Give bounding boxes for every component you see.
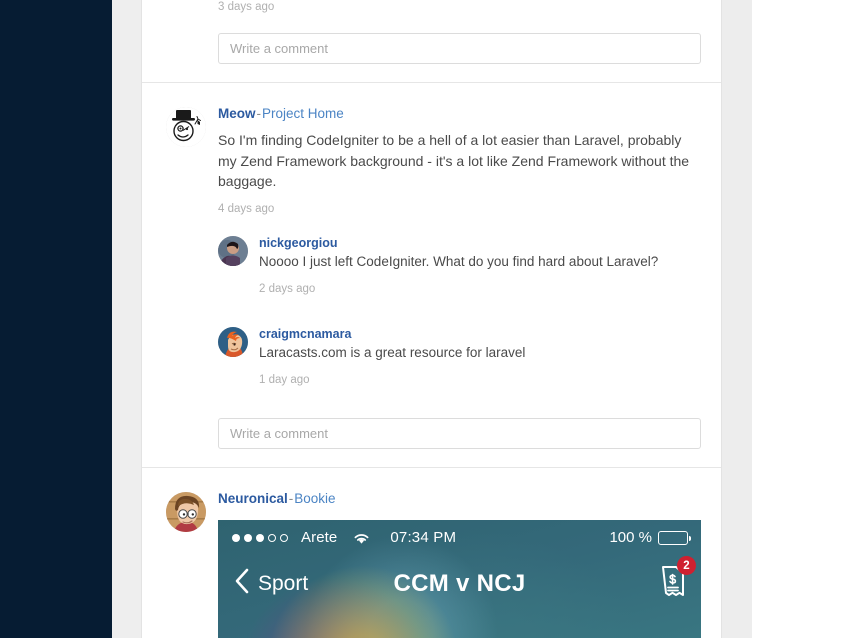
feed-column: 3 days ago Write a comment Meow-Project …: [141, 0, 722, 638]
bet-slip-button[interactable]: 2: [659, 556, 696, 603]
battery-percent-label: 100 %: [609, 529, 652, 546]
right-gutter: [722, 0, 752, 638]
page-root: 3 days ago Write a comment Meow-Project …: [0, 0, 860, 638]
carrier-label: Arete: [301, 529, 338, 546]
phone-nav-bar: Sport CCM v NCJ 2: [218, 556, 701, 612]
post-author-link[interactable]: Meow: [218, 106, 256, 121]
comment-author-link[interactable]: nickgeorgiou: [259, 235, 699, 251]
phone-status-bar: Arete 07:34 PM 100 %: [218, 520, 701, 556]
avatar-spacer: [166, 0, 218, 2]
battery-full-icon: [658, 530, 691, 545]
post-byline: Neuronical-Bookie: [218, 490, 699, 508]
post-byline: Meow-Project Home: [218, 105, 699, 123]
back-button[interactable]: Sport: [234, 568, 308, 599]
comment-author-link[interactable]: craigmcnamara: [259, 326, 699, 342]
comment-text: Laracasts.com is a great resource for la…: [259, 344, 526, 360]
sidebar-rail: [0, 0, 112, 638]
cartoon-avatar-brown-hair-glasses[interactable]: [166, 491, 206, 532]
post-context-link[interactable]: Bookie: [294, 491, 335, 506]
chevron-left-icon: [234, 568, 249, 599]
comment-timestamp: 2 days ago: [259, 283, 316, 295]
feed-post: Neuronical-Bookie Arete 07:34 PM 100 % S…: [142, 468, 721, 638]
comment-input[interactable]: [218, 417, 701, 449]
bet-slip-badge: 2: [677, 556, 696, 575]
left-gutter: [112, 0, 141, 638]
comment-item: craigmcnamara Laracasts.com is a great r…: [218, 326, 699, 400]
post-text: So I'm finding CodeIgniter to be a hell …: [218, 132, 690, 189]
post-timestamp: 4 days ago: [218, 202, 275, 215]
post-author-link[interactable]: Neuronical: [218, 491, 288, 506]
feed-post: 3 days ago: [142, 0, 721, 83]
comment-timestamp: 1 day ago: [259, 374, 310, 386]
comment-text: Noooo I just left CodeIgniter. What do y…: [259, 253, 659, 269]
wifi-icon: [352, 531, 371, 545]
back-button-label: Sport: [258, 571, 309, 595]
clock-label: 07:34 PM: [390, 529, 457, 546]
cartoon-avatar-orange-hair[interactable]: [218, 326, 248, 357]
feed-post: Meow-Project Home So I'm finding CodeIgn…: [142, 83, 721, 468]
post-attachment-screenshot[interactable]: Arete 07:34 PM 100 % Sport CCM v NCJ 2: [218, 519, 701, 638]
comment-input[interactable]: [218, 33, 701, 64]
post-context-link[interactable]: Project Home: [262, 106, 344, 121]
signal-strength-icon: [232, 533, 288, 542]
like-a-sir-meme-avatar[interactable]: [166, 107, 206, 147]
comment-item: nickgeorgiou Noooo I just left CodeIgnit…: [218, 235, 699, 309]
page-right-fill: [752, 0, 860, 638]
photo-avatar-dark-hair[interactable]: [218, 235, 248, 266]
comment-list: nickgeorgiou Noooo I just left CodeIgnit…: [218, 235, 699, 400]
post-timestamp: 3 days ago: [218, 1, 275, 13]
